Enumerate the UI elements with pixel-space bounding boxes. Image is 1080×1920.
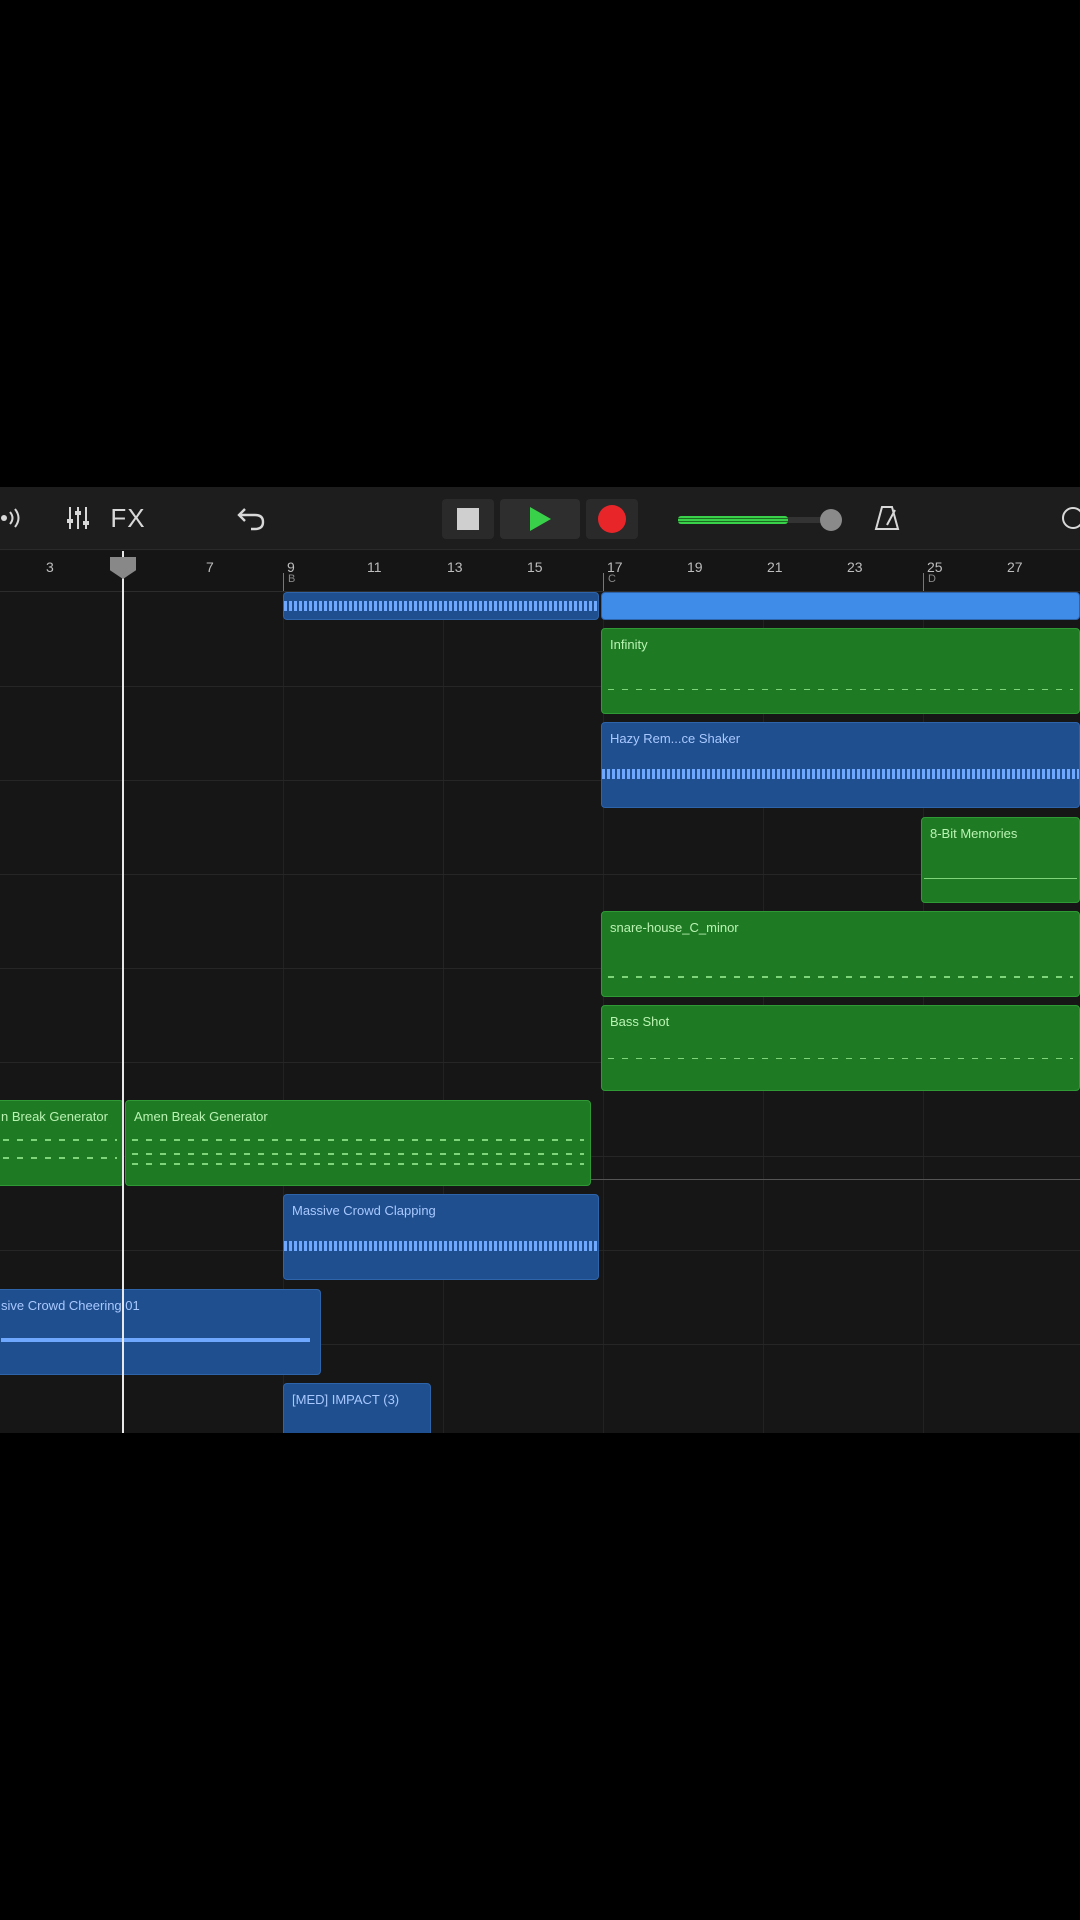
- loop-icon[interactable]: [1056, 501, 1080, 535]
- region-label: [MED] IMPACT (3): [292, 1392, 400, 1407]
- midi-region[interactable]: Bass Shot: [601, 1005, 1080, 1091]
- stop-icon: [457, 508, 479, 530]
- toolbar: FX: [0, 487, 1080, 550]
- region-label: sive Crowd Cheering 01: [1, 1298, 140, 1313]
- midi-notes: [3, 1139, 117, 1141]
- bar-number: 19: [687, 559, 703, 575]
- midi-region[interactable]: 8-Bit Memories: [921, 817, 1080, 903]
- section-marker: D: [928, 573, 936, 585]
- waveform: [602, 769, 1079, 779]
- midi-notes: [924, 878, 1077, 879]
- midi-notes: [132, 1153, 584, 1155]
- midi-notes: [132, 1163, 584, 1165]
- bar-number: 27: [1007, 559, 1023, 575]
- bar-number: 23: [847, 559, 863, 575]
- bar-number: 3: [46, 559, 54, 575]
- garageband-arrange-view: FX 3 5 7 9 11 13 15 17: [0, 487, 1080, 1433]
- play-button[interactable]: [500, 499, 580, 539]
- audio-region[interactable]: Hazy Rem...ce Shaker: [601, 722, 1080, 808]
- waveform: [1, 1338, 310, 1342]
- fx-button[interactable]: FX: [108, 501, 148, 535]
- mixer-icon[interactable]: [62, 501, 94, 535]
- ruler-tick: [603, 573, 604, 591]
- region-label: Hazy Rem...ce Shaker: [610, 731, 741, 746]
- midi-notes: [3, 1157, 117, 1159]
- master-volume-slider[interactable]: [678, 509, 842, 531]
- record-button[interactable]: [586, 499, 638, 539]
- section-marker: B: [288, 573, 296, 585]
- ruler-tick: [923, 573, 924, 591]
- bar-number: 15: [527, 559, 543, 575]
- audio-region[interactable]: [283, 592, 599, 620]
- region-label: Infinity: [610, 637, 648, 652]
- section-marker: C: [608, 573, 616, 585]
- region-label: Massive Crowd Clapping: [292, 1203, 436, 1218]
- midi-notes: [608, 976, 1073, 978]
- waveform: [284, 1241, 598, 1251]
- midi-region[interactable]: Infinity: [601, 628, 1080, 714]
- automation-line: [591, 1179, 1080, 1180]
- play-icon: [530, 507, 551, 531]
- metronome-icon[interactable]: [870, 501, 904, 535]
- audio-region[interactable]: [MED] IMPACT (3): [283, 1383, 431, 1433]
- midi-region[interactable]: n Break Generator: [0, 1100, 124, 1186]
- volume-knob-icon[interactable]: [820, 509, 842, 531]
- waveform: [284, 601, 598, 611]
- tracks-area[interactable]: Infinity Hazy Rem...ce Shaker 8-Bit Memo…: [0, 592, 1080, 1433]
- record-icon: [598, 505, 626, 533]
- region-label: Bass Shot: [610, 1014, 670, 1029]
- midi-region[interactable]: Amen Break Generator: [125, 1100, 591, 1186]
- stop-button[interactable]: [442, 499, 494, 539]
- bar-number: 13: [447, 559, 463, 575]
- region-label: n Break Generator: [1, 1109, 108, 1124]
- bar-number: 7: [206, 559, 214, 575]
- audio-region[interactable]: [601, 592, 1080, 620]
- timeline-ruler[interactable]: 3 5 7 9 11 13 15 17 19 21 23 25 27 B C D: [0, 551, 1080, 592]
- bar-number: 21: [767, 559, 783, 575]
- playhead[interactable]: [122, 551, 124, 1433]
- ruler-tick: [283, 573, 284, 591]
- midi-notes: [132, 1139, 584, 1141]
- bar-number: 11: [367, 559, 382, 575]
- volume-fill: [678, 516, 788, 524]
- region-label: snare-house_C_minor: [610, 920, 739, 935]
- region-label: Amen Break Generator: [134, 1109, 268, 1124]
- region-label: 8-Bit Memories: [930, 826, 1018, 841]
- midi-region[interactable]: snare-house_C_minor: [601, 911, 1080, 997]
- speaker-icon[interactable]: [0, 503, 26, 533]
- audio-region[interactable]: sive Crowd Cheering 01: [0, 1289, 321, 1375]
- undo-icon[interactable]: [234, 501, 268, 535]
- audio-region[interactable]: Massive Crowd Clapping: [283, 1194, 599, 1280]
- midi-notes: [608, 689, 1073, 690]
- midi-notes: [608, 1058, 1073, 1059]
